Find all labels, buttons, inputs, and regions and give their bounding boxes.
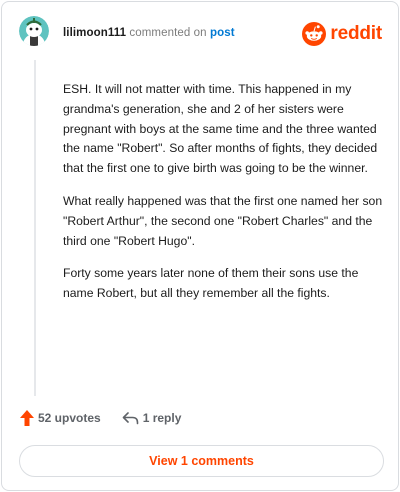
brand-wordmark: reddit (330, 23, 382, 44)
comment-paragraph: What really happened was that the first … (63, 193, 383, 248)
comment-actions: 52 upvotes 1 reply (20, 410, 181, 426)
reddit-brand[interactable]: reddit (302, 22, 382, 46)
upvote-count: 52 upvotes (38, 411, 101, 425)
thread-line (34, 60, 36, 396)
user-avatar[interactable] (19, 16, 49, 46)
meta-action-text: commented on (129, 27, 207, 39)
reply-button[interactable]: 1 reply (122, 411, 182, 425)
comment-card: lilimoon111 commented on post reddit ESH… (1, 1, 399, 491)
upvote-arrow-icon (20, 410, 34, 426)
post-link[interactable]: post (210, 27, 235, 39)
comment-paragraph: ESH. It will not matter with time. This … (63, 82, 378, 176)
reddit-logo-icon (302, 22, 327, 46)
snoo-avatar-icon (19, 16, 49, 46)
comment-meta: lilimoon111 commented on post (63, 27, 235, 39)
view-comments-button[interactable]: View 1 comments (19, 445, 384, 477)
reply-arrow-icon (122, 412, 139, 425)
comment-body: ESH. It will not matter with time. This … (63, 80, 385, 317)
upvote-button[interactable]: 52 upvotes (20, 410, 101, 426)
reply-count: 1 reply (142, 411, 182, 425)
comment-paragraph: Forty some years later none of them thei… (63, 266, 359, 301)
username-link[interactable]: lilimoon111 (63, 27, 126, 39)
